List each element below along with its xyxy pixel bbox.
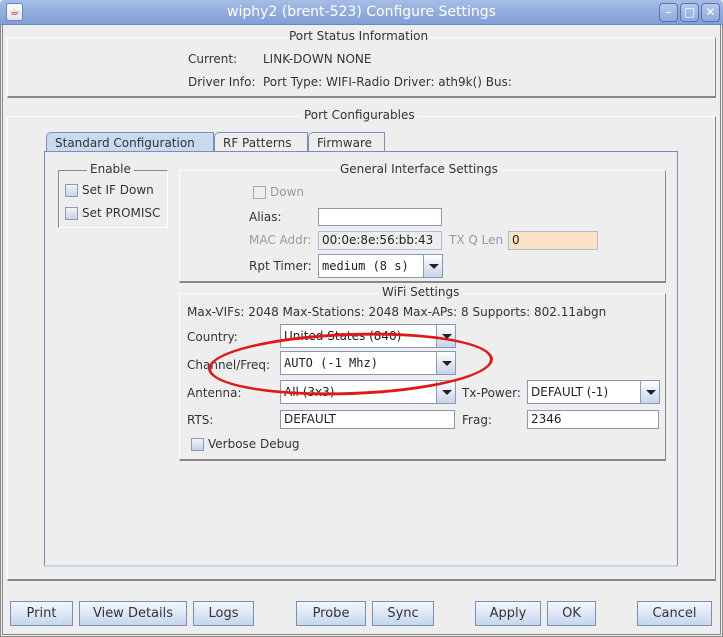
mac-addr-label: MAC Addr: (249, 233, 312, 247)
window-title: wiphy2 (brent-523) Configure Settings (227, 4, 496, 20)
tx-q-len-label: TX Q Len (449, 233, 504, 247)
chevron-down-icon[interactable] (423, 255, 442, 277)
verbose-debug-checkbox[interactable]: Verbose Debug (191, 437, 299, 451)
probe-button[interactable]: Probe (296, 601, 366, 626)
ok-button[interactable]: OK (547, 601, 596, 626)
tx-q-len-input[interactable]: 0 (508, 231, 598, 250)
channel-freq-select[interactable]: AUTO (-1 Mhz) (280, 351, 456, 375)
set-promisc-checkbox[interactable]: Set PROMISC (65, 206, 160, 220)
sync-button[interactable]: Sync (372, 601, 434, 626)
print-button[interactable]: Print (10, 601, 73, 626)
set-promisc-label: Set PROMISC (82, 206, 161, 220)
tx-power-select[interactable]: DEFAULT (-1) (527, 380, 660, 404)
apply-button[interactable]: Apply (475, 601, 541, 626)
tab-firmware[interactable]: Firmware (308, 132, 385, 152)
chevron-down-icon[interactable] (436, 325, 455, 347)
title-bar[interactable]: ☕ wiphy2 (brent-523) Configure Settings … (0, 0, 723, 25)
tab-rf-patterns[interactable]: RF Patterns (214, 132, 308, 152)
channel-freq-label: Channel/Freq: (187, 358, 271, 372)
down-checkbox[interactable]: Down (253, 185, 304, 199)
checkbox-box[interactable] (65, 183, 78, 197)
alias-input[interactable] (318, 208, 442, 226)
country-select[interactable]: United States (840) (280, 324, 456, 348)
port-configurables-title: Port Configurables (301, 108, 418, 122)
checkbox-box[interactable] (191, 437, 204, 451)
driver-info-label: Driver Info: (188, 75, 256, 89)
tab-standard-configuration[interactable]: Standard Configuration (46, 132, 214, 152)
country-label: Country: (187, 330, 238, 344)
rpt-timer-value: medium (8 s) (322, 259, 409, 273)
maximize-icon[interactable]: □ (680, 3, 699, 22)
cancel-button[interactable]: Cancel (637, 601, 712, 626)
set-if-down-label: Set IF Down (82, 183, 154, 197)
wifi-capabilities: Max-VIFs: 2048 Max-Stations: 2048 Max-AP… (187, 305, 607, 319)
antenna-select[interactable]: All (3x3) (280, 380, 456, 404)
tx-power-value: DEFAULT (-1) (531, 385, 609, 399)
chevron-down-icon[interactable] (436, 352, 455, 374)
mac-addr-field: 00:0e:8e:56:bb:43 (318, 231, 442, 250)
frag-input[interactable]: 2346 (527, 410, 659, 429)
general-interface-title: General Interface Settings (337, 162, 501, 176)
chevron-down-icon[interactable] (436, 381, 455, 403)
rpt-timer-label: Rpt Timer: (249, 259, 312, 273)
wifi-settings-title: WiFi Settings (379, 285, 463, 299)
checkbox-box[interactable] (253, 185, 266, 199)
set-if-down-checkbox[interactable]: Set IF Down (65, 183, 154, 197)
frag-label: Frag: (462, 413, 492, 427)
verbose-debug-label: Verbose Debug (208, 437, 300, 451)
port-status-title: Port Status Information (286, 29, 432, 43)
alias-label: Alias: (249, 210, 282, 224)
country-value: United States (840) (284, 329, 402, 343)
view-details-button[interactable]: View Details (79, 601, 187, 626)
tx-power-label: Tx-Power: (462, 386, 521, 400)
checkbox-box[interactable] (65, 206, 78, 220)
antenna-value: All (3x3) (284, 385, 335, 399)
minimize-icon[interactable]: – (659, 3, 678, 22)
down-label: Down (270, 185, 305, 199)
driver-info-value: Port Type: WIFI-Radio Driver: ath9k() Bu… (263, 75, 512, 89)
rpt-timer-select[interactable]: medium (8 s) (318, 254, 443, 278)
current-label: Current: (188, 52, 238, 66)
chevron-down-icon[interactable] (640, 381, 659, 403)
rts-label: RTS: (187, 413, 214, 427)
channel-freq-value: AUTO (-1 Mhz) (284, 356, 378, 370)
current-value: LINK-DOWN NONE (263, 52, 372, 66)
rts-input[interactable]: DEFAULT (280, 410, 455, 429)
logs-button[interactable]: Logs (193, 601, 254, 626)
antenna-label: Antenna: (187, 386, 242, 400)
close-icon[interactable]: ✕ (701, 3, 720, 22)
enable-title: Enable (87, 162, 134, 176)
